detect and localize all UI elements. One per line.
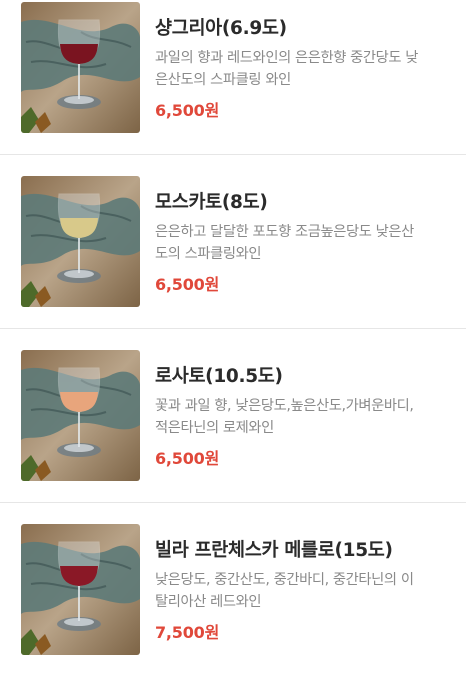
menu-item-sangria[interactable]: 샹그리아(6.9도) 과일의 향과 레드와인의 은은한향 중간당도 낮 은산도의…	[0, 0, 466, 154]
item-description: 꽃과 과일 향, 낮은당도,높은산도,가벼운바디, 적은타닌의 로제와인	[155, 398, 414, 436]
item-name: 모스카토(8도)	[155, 192, 268, 213]
item-description: 낮은당도, 중간산도, 중간바디, 중간타닌의 이 탈리아산 레드와인	[155, 572, 414, 610]
item-price: 6,500원	[155, 101, 220, 120]
menu-item-rosato[interactable]: 로사토(10.5도) 꽃과 과일 향, 낮은당도,높은산도,가벼운바디, 적은타…	[0, 328, 466, 502]
item-name: 로사토(10.5도)	[155, 366, 283, 387]
menu-item-villa-francesca-merlot[interactable]: 빌라 프란체스카 메를로(15도) 낮은당도, 중간산도, 중간바디, 중간타닌…	[0, 502, 466, 676]
item-price: 7,500원	[155, 623, 220, 642]
red-wine-glass-photo	[21, 2, 140, 133]
item-name: 샹그리아(6.9도)	[155, 18, 287, 39]
item-description: 은은하고 달달한 포도향 조금높은당도 낮은산 도의 스파클링와인	[155, 224, 414, 262]
red-wine-glass-photo	[21, 524, 140, 655]
item-description: 과일의 향과 레드와인의 은은한향 중간당도 낮 은산도의 스파클링 와인	[155, 50, 419, 88]
item-name: 빌라 프란체스카 메를로(15도)	[155, 540, 393, 561]
item-price: 6,500원	[155, 449, 220, 468]
rose-wine-glass-photo	[21, 350, 140, 481]
menu-item-moscato[interactable]: 모스카토(8도) 은은하고 달달한 포도향 조금높은당도 낮은산 도의 스파클링…	[0, 154, 466, 328]
white-wine-glass-photo	[21, 176, 140, 307]
item-price: 6,500원	[155, 275, 220, 294]
menu-list: 샹그리아(6.9도) 과일의 향과 레드와인의 은은한향 중간당도 낮 은산도의…	[0, 0, 466, 656]
